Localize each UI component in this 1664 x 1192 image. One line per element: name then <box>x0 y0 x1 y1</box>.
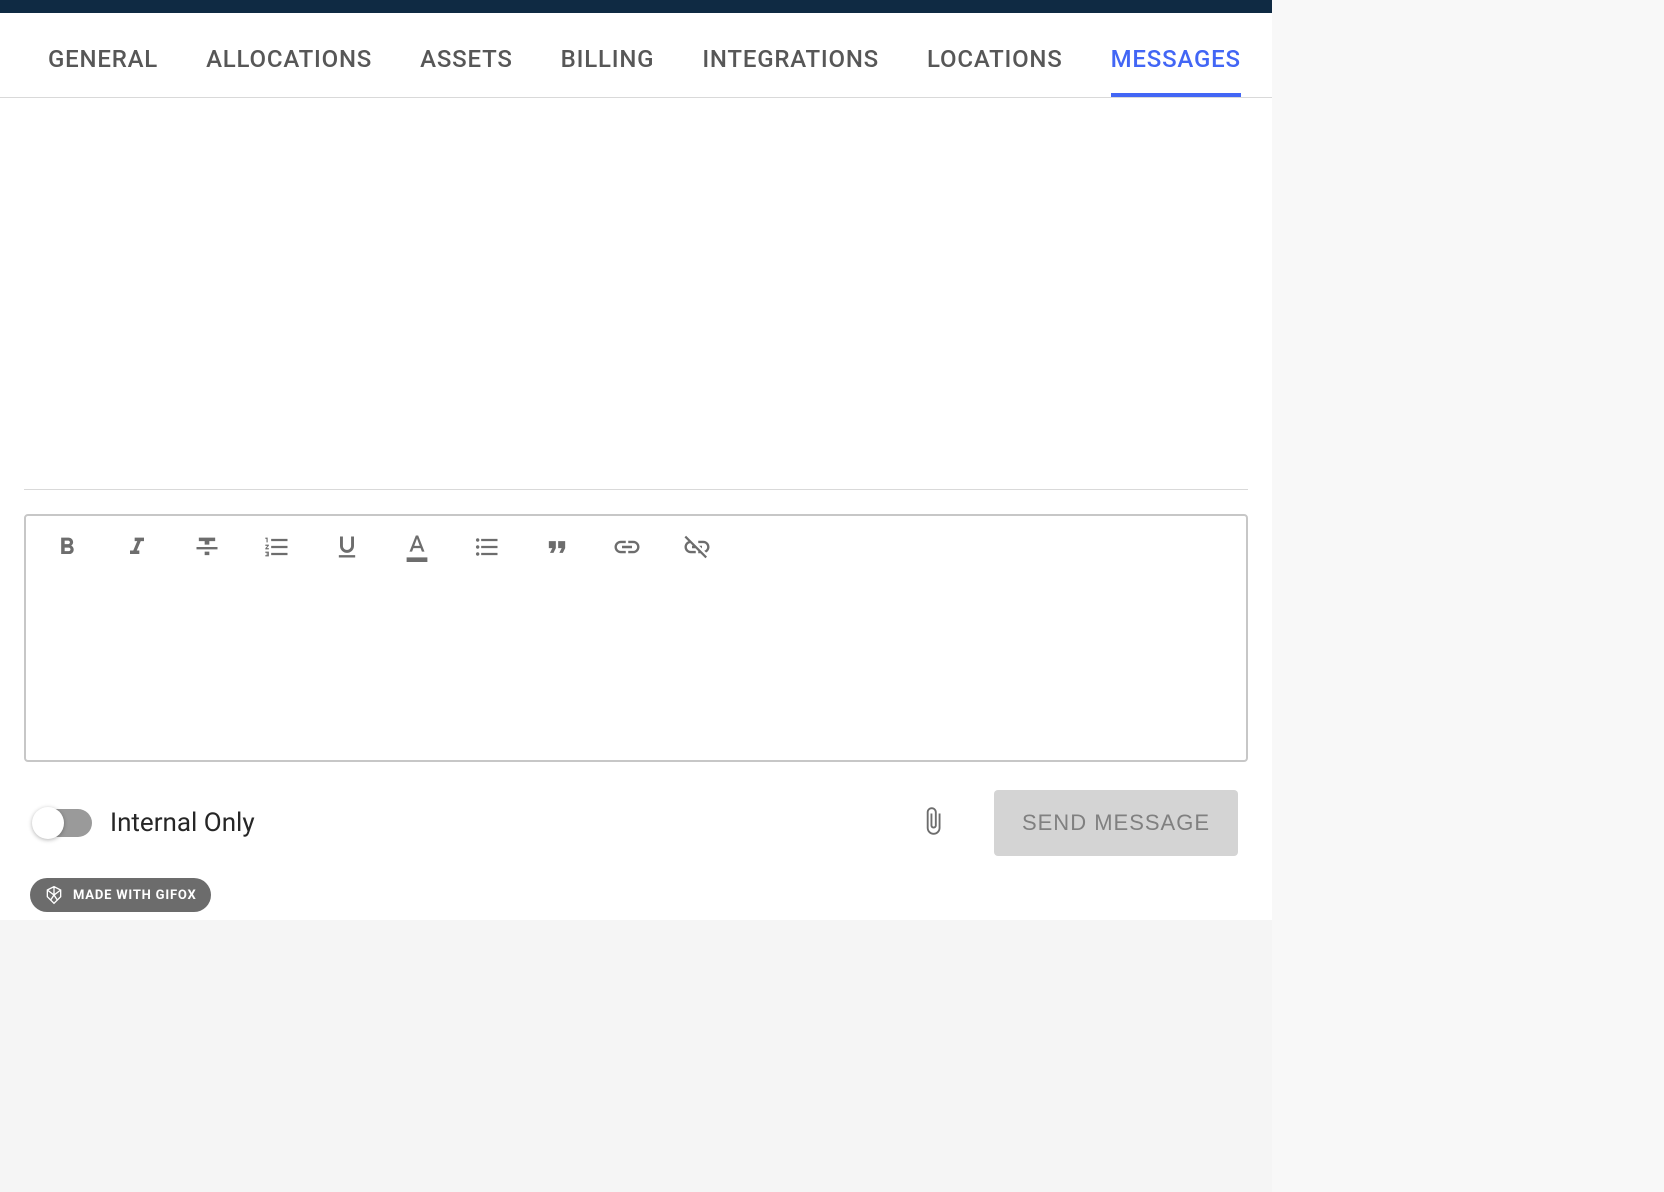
underline-icon[interactable] <box>330 530 364 564</box>
gifox-icon <box>44 885 64 905</box>
strikethrough-icon[interactable] <box>190 530 224 564</box>
composer-footer: Internal Only SEND MESSAGE <box>24 790 1248 856</box>
tab-allocations[interactable]: ALLOCATIONS <box>206 45 372 97</box>
tab-integrations[interactable]: INTEGRATIONS <box>702 45 879 97</box>
tab-messages[interactable]: MESSAGES <box>1111 45 1241 97</box>
tab-general[interactable]: GENERAL <box>48 45 158 97</box>
quote-icon[interactable] <box>540 530 574 564</box>
ordered-list-icon[interactable] <box>260 530 294 564</box>
text-color-icon[interactable] <box>400 530 434 564</box>
right-gutter <box>1272 0 1664 1192</box>
tab-locations[interactable]: LOCATIONS <box>927 45 1063 97</box>
link-icon[interactable] <box>610 530 644 564</box>
top-navbar <box>0 0 1272 13</box>
messages-list <box>24 130 1248 490</box>
tab-billing[interactable]: BILLING <box>561 45 655 97</box>
attachment-icon[interactable] <box>918 803 948 843</box>
bullet-list-icon[interactable] <box>470 530 504 564</box>
tab-bar: GENERAL ALLOCATIONS ASSETS BILLING INTEG… <box>0 13 1272 98</box>
internal-only-toggle[interactable] <box>34 809 92 837</box>
main-page: GENERAL ALLOCATIONS ASSETS BILLING INTEG… <box>0 0 1272 920</box>
message-input[interactable] <box>26 578 1246 760</box>
editor-toolbar <box>26 516 1246 578</box>
message-editor <box>24 514 1248 762</box>
tab-assets[interactable]: ASSETS <box>420 45 513 97</box>
internal-only-label: Internal Only <box>110 808 255 838</box>
content-area: Internal Only SEND MESSAGE <box>0 98 1272 880</box>
italic-icon[interactable] <box>120 530 154 564</box>
toggle-knob <box>32 807 64 839</box>
bold-icon[interactable] <box>50 530 84 564</box>
unlink-icon[interactable] <box>680 530 714 564</box>
send-message-button[interactable]: SEND MESSAGE <box>994 790 1238 856</box>
gifox-badge: MADE WITH GIFOX <box>30 878 211 912</box>
gifox-badge-label: MADE WITH GIFOX <box>73 888 197 903</box>
